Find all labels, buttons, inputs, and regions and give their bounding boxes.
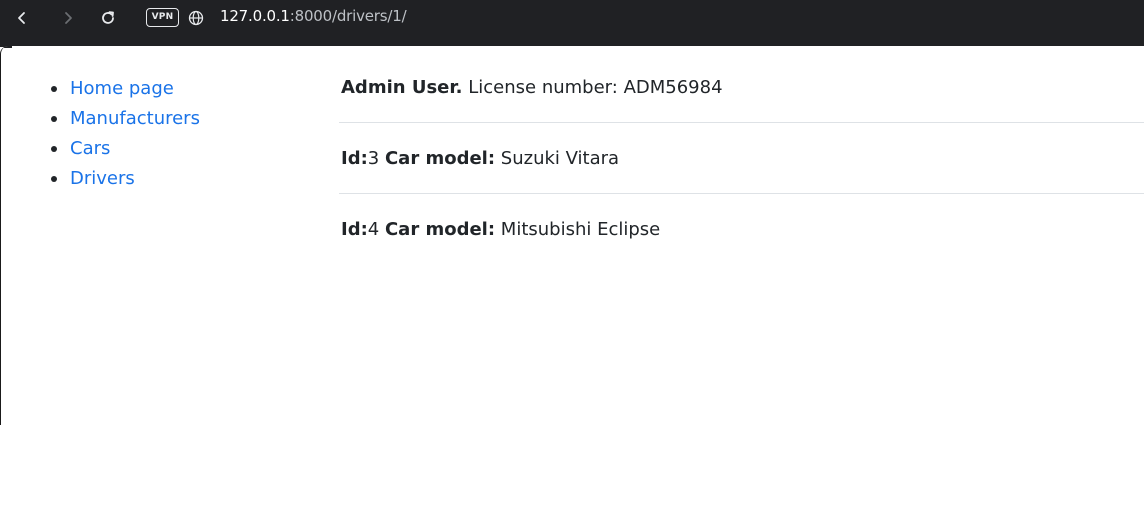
car-id-label: Id: — [341, 219, 368, 240]
reload-button[interactable] — [96, 6, 120, 30]
sidebar-nav: Home page Manufacturers Cars Drivers — [49, 74, 200, 194]
sidebar-item-drivers: Drivers — [49, 164, 200, 194]
chevron-left-icon — [18, 12, 25, 24]
sidebar-item-cars: Cars — [49, 134, 200, 164]
license-label: License number: — [468, 77, 618, 98]
driver-detail: Admin User. License number: ADM56984 Id:… — [339, 74, 1144, 240]
chevron-right-icon — [65, 12, 72, 24]
address-bar[interactable]: 127.0.0.1:8000/drivers/1/ — [220, 7, 407, 25]
car-id: 3 — [367, 148, 380, 169]
manufacturers-link[interactable]: Manufacturers — [70, 108, 200, 129]
url-path: :8000/drivers/1/ — [289, 7, 407, 25]
vpn-badge[interactable]: VPN — [146, 8, 179, 27]
bullet-icon — [51, 146, 57, 152]
car-model: Mitsubishi Eclipse — [500, 219, 661, 240]
cars-link[interactable]: Cars — [70, 138, 110, 159]
bullet-icon — [51, 176, 57, 182]
license-number: ADM56984 — [623, 77, 723, 98]
car-model-label: Car model: — [384, 219, 496, 240]
drivers-link[interactable]: Drivers — [70, 168, 135, 189]
sidebar-item-home: Home page — [49, 74, 200, 104]
bullet-icon — [51, 116, 57, 122]
globe-icon[interactable] — [188, 10, 204, 26]
car-id-label: Id: — [341, 148, 368, 169]
page-viewport: Home page Manufacturers Cars Drivers Adm… — [0, 46, 1144, 425]
driver-name: Admin User. — [341, 77, 463, 98]
browser-toolbar: VPN 127.0.0.1:8000/drivers/1/ — [0, 0, 1144, 47]
car-list-item: Id:4 Car model: Mitsubishi Eclipse — [339, 216, 1144, 287]
url-host: 127.0.0.1 — [220, 7, 290, 25]
blank-area — [0, 425, 1144, 525]
car-id: 4 — [367, 219, 380, 240]
divider — [339, 193, 1144, 194]
car-model: Suzuki Vitara — [500, 148, 620, 169]
car-model-label: Car model: — [384, 148, 496, 169]
back-button[interactable] — [10, 6, 34, 30]
forward-button[interactable] — [56, 6, 80, 30]
car-list-item: Id:3 Car model: Suzuki Vitara — [339, 145, 1144, 216]
bullet-icon — [51, 86, 57, 92]
reload-icon — [102, 11, 114, 24]
driver-header: Admin User. License number: ADM56984 — [339, 74, 1144, 145]
sidebar-item-manufacturers: Manufacturers — [49, 104, 200, 134]
home-page-link[interactable]: Home page — [70, 78, 174, 99]
divider — [339, 122, 1144, 123]
